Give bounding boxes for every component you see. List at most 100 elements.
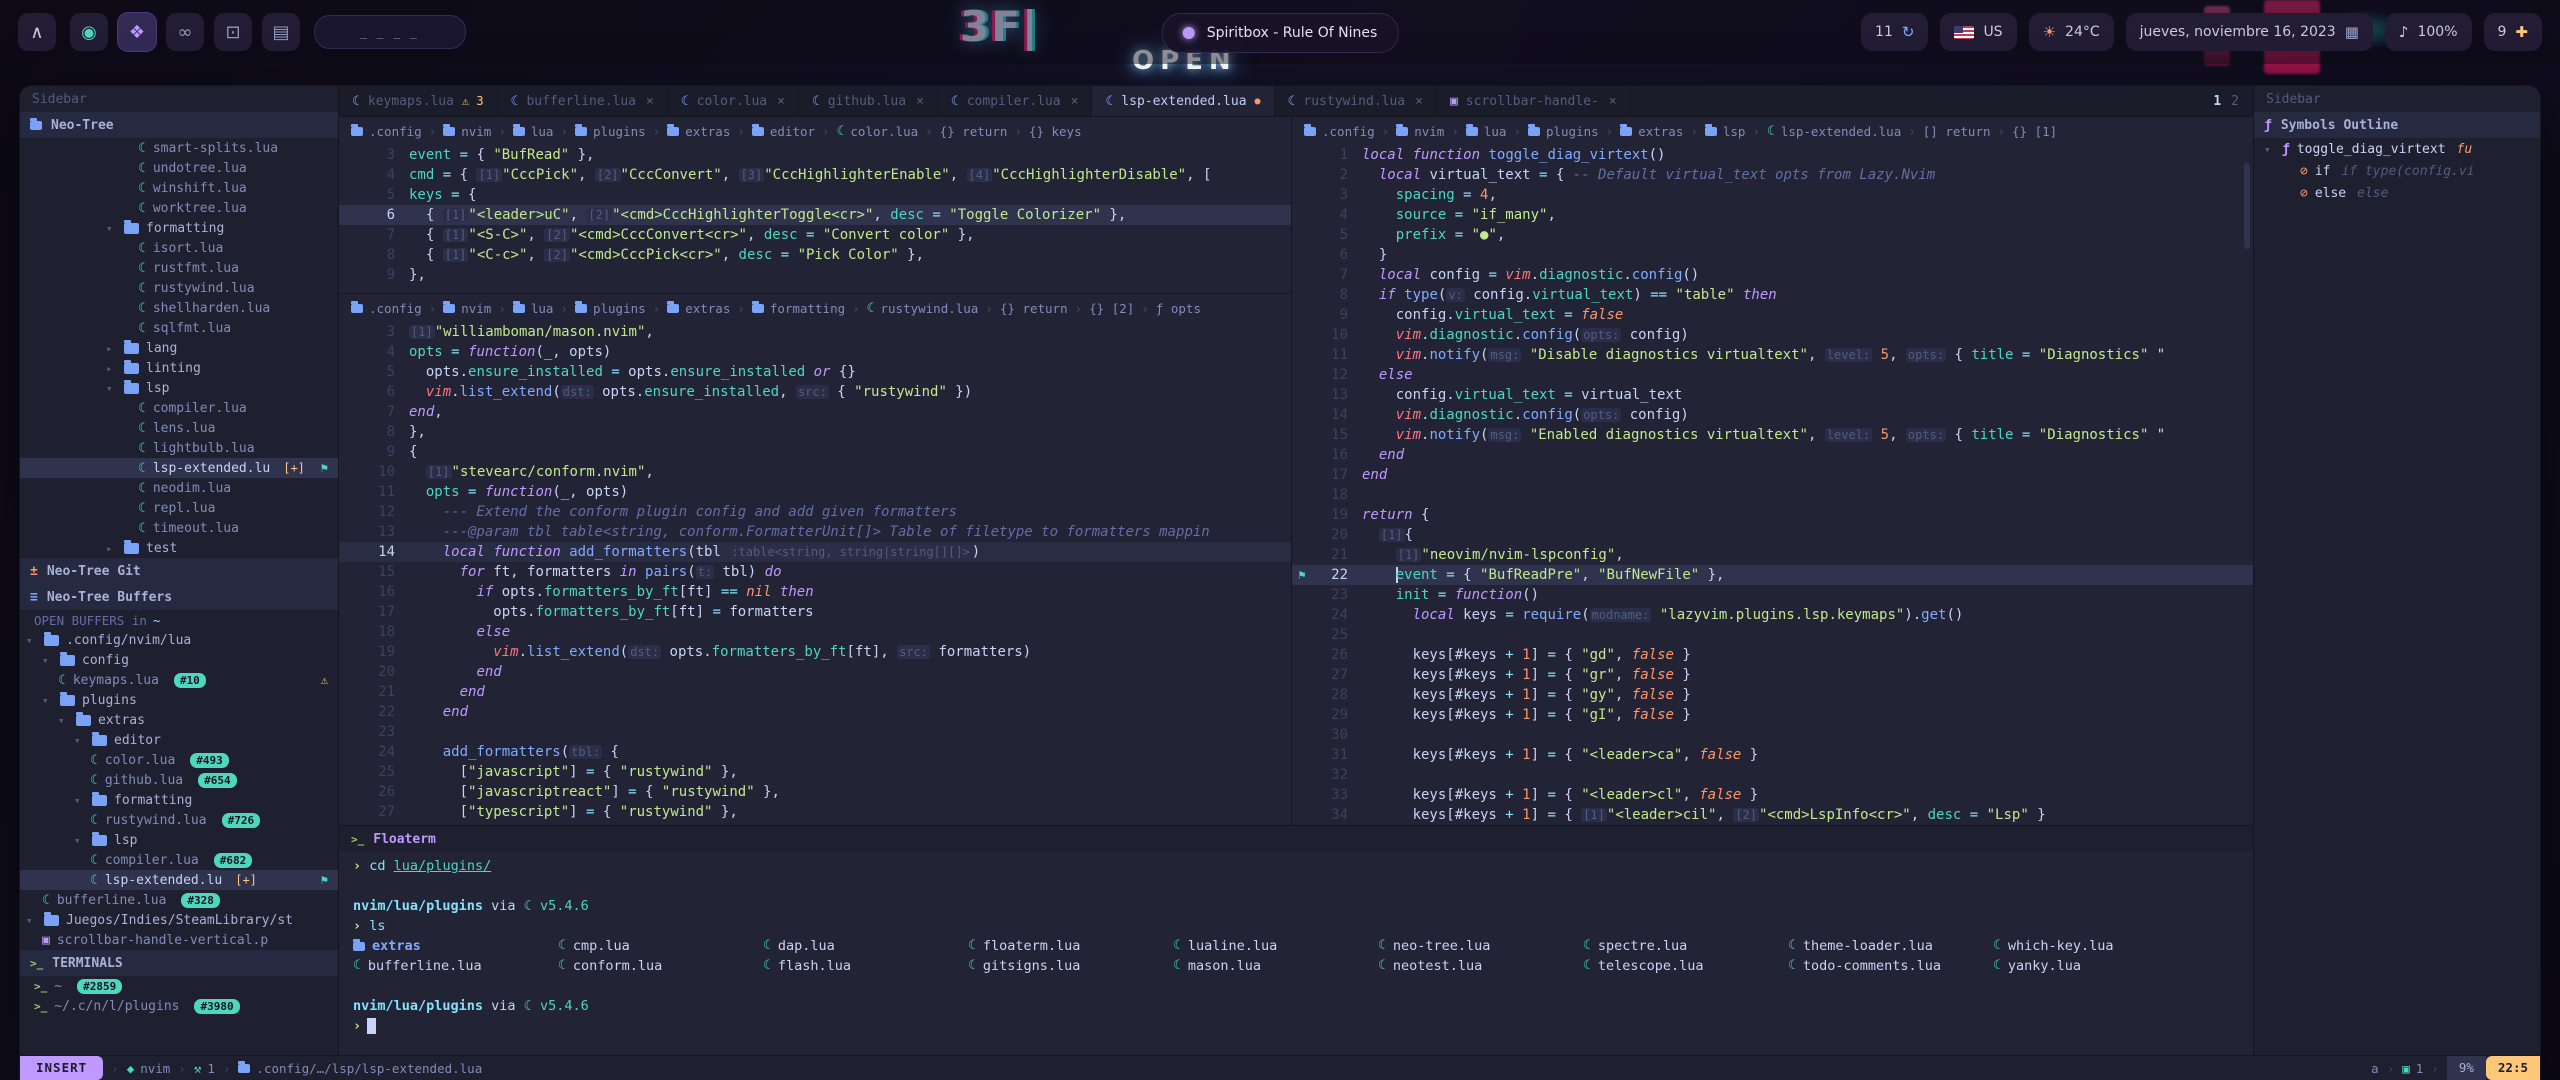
code-line-11[interactable]: 11 vim.notify(msg: "Disable diagnostics … xyxy=(1292,345,2253,365)
close-tab-icon[interactable]: × xyxy=(1071,94,1079,109)
code-line-19[interactable]: 19 vim.list_extend(dst: opts.formatters_… xyxy=(339,642,1291,662)
outline-item-else[interactable]: ⊘elseelse xyxy=(2254,182,2540,204)
tab-color-lua[interactable]: ☾color.lua× xyxy=(668,86,799,116)
buffer-tree-item-lsp[interactable]: ▾lsp xyxy=(20,830,338,850)
breadcrumb-item-1[interactable]: {} [1] xyxy=(2012,124,2057,139)
breadcrumb-item-nvim[interactable]: nvim xyxy=(443,124,491,139)
file-which-key-lua[interactable]: ☾which-key.lua xyxy=(1993,936,2198,956)
breadcrumb-item-plugins[interactable]: plugins xyxy=(1528,124,1599,139)
breadcrumb-item-plugins[interactable]: plugins xyxy=(575,124,646,139)
file-lualine-lua[interactable]: ☾lualine.lua xyxy=(1173,936,1378,956)
code-line-24[interactable]: 24 add_formatters(tbl: { xyxy=(339,742,1291,762)
code-line-11[interactable]: 11 opts = function(_, opts) xyxy=(339,482,1291,502)
code-line-17[interactable]: 17end xyxy=(1292,465,2253,485)
taskbar-field[interactable]: _ _ _ _ xyxy=(314,15,466,49)
statusline-left-0[interactable]: ◆nvim xyxy=(127,1061,171,1076)
file-tree-item-lang[interactable]: ▸lang xyxy=(20,338,338,358)
code-line-10[interactable]: 10 [1]"stevearc/conform.nvim", xyxy=(339,462,1291,482)
code-line-12[interactable]: 12 --- Extend the conform plugin config … xyxy=(339,502,1291,522)
code-line-3[interactable]: 3event = { "BufRead" }, xyxy=(339,145,1291,165)
statusline-right-1[interactable]: ▣1 xyxy=(2402,1061,2423,1076)
code-line-7[interactable]: 7end, xyxy=(339,402,1291,422)
tab-lsp-extended-lua[interactable]: ☾lsp-extended.lua● xyxy=(1092,86,1274,116)
code-line-23[interactable]: 23 init = function() xyxy=(1292,585,2253,605)
code-line-15[interactable]: 15 for ft, formatters in pairs(t: tbl) d… xyxy=(339,562,1291,582)
buffer-tree-item-config-nvim-lua[interactable]: ▾.config/nvim/lua xyxy=(20,630,338,650)
breadcrumb-item-extras[interactable]: extras xyxy=(667,301,730,316)
close-tab-icon[interactable]: × xyxy=(1415,94,1423,109)
file-tree-item-repl-lua[interactable]: ☾repl.lua xyxy=(20,498,338,518)
file-tree-item-compiler-lua[interactable]: ☾compiler.lua xyxy=(20,398,338,418)
media-notification[interactable]: Spiritbox - Rule Of Nines xyxy=(1162,13,1399,53)
file-neo-tree-lua[interactable]: ☾neo-tree.lua xyxy=(1378,936,1583,956)
file-bufferline-lua[interactable]: ☾bufferline.lua xyxy=(353,956,558,976)
code-buffer-color[interactable]: 3event = { "BufRead" },4cmd = { [1]"CccP… xyxy=(339,145,1291,293)
file-tree-item-formatting[interactable]: ▾formatting xyxy=(20,218,338,238)
breadcrumb-item-nvim[interactable]: nvim xyxy=(443,301,491,316)
breadcrumb-item-opts[interactable]: ƒ opts xyxy=(1156,301,1201,316)
file-tree-item-lsp-extended-lu[interactable]: ☾lsp-extended.lu[+]⚑ xyxy=(20,458,338,478)
code-line-15[interactable]: 15 vim.notify(msg: "Enabled diagnostics … xyxy=(1292,425,2253,445)
breadcrumb-item-rustywind-lua[interactable]: ☾rustywind.lua xyxy=(867,301,979,316)
file-tree-item-lens-lua[interactable]: ☾lens.lua xyxy=(20,418,338,438)
code-line-9[interactable]: 9}, xyxy=(339,265,1291,285)
weather-pill[interactable]: ☀24°C xyxy=(2029,13,2114,51)
buffer-tree-item-color-lua[interactable]: ☾color.lua#493 xyxy=(20,750,338,770)
buffer-tree-item-lsp-extended-lu[interactable]: ☾lsp-extended.lu[+]⚑ xyxy=(20,870,338,890)
file-dap-lua[interactable]: ☾dap.lua xyxy=(763,936,968,956)
close-tab-icon[interactable]: × xyxy=(916,94,924,109)
code-buffer-rustywind[interactable]: 3[1]"williamboman/mason.nvim",4opts = fu… xyxy=(339,322,1291,825)
file-tree-item-sqlfmt-lua[interactable]: ☾sqlfmt.lua xyxy=(20,318,338,338)
code-line-13[interactable]: 13 ---@param tbl table<string, conform.F… xyxy=(339,522,1291,542)
breadcrumb-item-lua[interactable]: lua xyxy=(513,124,554,139)
code-line-17[interactable]: 17 opts.formatters_by_ft[ft] = formatter… xyxy=(339,602,1291,622)
buffer-tree-item-juegos-indies-steamlibrary-st[interactable]: ▾Juegos/Indies/SteamLibrary/st xyxy=(20,910,338,930)
code-line-4[interactable]: 4 source = "if_many", xyxy=(1292,205,2253,225)
statusline-right-2[interactable]: 9% xyxy=(2447,1056,2486,1080)
close-tab-icon[interactable]: × xyxy=(777,94,785,109)
buffer-tree-item-scrollbar-handle-vertical-p[interactable]: ▣scrollbar-handle-vertical.p xyxy=(20,930,338,950)
file-theme-loader-lua[interactable]: ☾theme-loader.lua xyxy=(1788,936,1993,956)
buffer-tree-item-formatting[interactable]: ▾formatting xyxy=(20,790,338,810)
code-line-3[interactable]: 3 spacing = 4, xyxy=(1292,185,2253,205)
outline-item-toggle-diag-virtext[interactable]: ▾ƒtoggle_diag_virtextfu xyxy=(2254,138,2540,160)
code-line-4[interactable]: 4cmd = { [1]"CccPick", [2]"CccConvert", … xyxy=(339,165,1291,185)
buffer-tree-item-config[interactable]: ▾config xyxy=(20,650,338,670)
code-line-7[interactable]: 7 local config = vim.diagnostic.config() xyxy=(1292,265,2253,285)
code-line-6[interactable]: 6 vim.list_extend(dst: opts.ensure_insta… xyxy=(339,382,1291,402)
code-line-8[interactable]: 8}, xyxy=(339,422,1291,442)
breadcrumb-item-lua[interactable]: lua xyxy=(1466,124,1507,139)
tab-number-1[interactable]: 1 xyxy=(2213,94,2221,109)
code-buffer-lsp-extended[interactable]: 1local function toggle_diag_virtext()2 l… xyxy=(1292,145,2253,825)
statusline-left-1[interactable]: ⚒1 xyxy=(194,1061,215,1076)
code-line-18[interactable]: 18 xyxy=(1292,485,2253,505)
file-tree-item-test[interactable]: ▸test xyxy=(20,538,338,558)
neo-tree-buffers-header[interactable]: ≡ Neo-Tree Buffers xyxy=(20,584,338,610)
breadcrumb-item-config[interactable]: .config xyxy=(351,124,422,139)
breadcrumb-item-lsp-extended-lua[interactable]: ☾lsp-extended.lua xyxy=(1767,124,1901,139)
breadcrumb-item-extras[interactable]: extras xyxy=(1620,124,1683,139)
file-todo-comments-lua[interactable]: ☾todo-comments.lua xyxy=(1788,956,1993,976)
file-conform-lua[interactable]: ☾conform.lua xyxy=(558,956,763,976)
neo-tree-git-header[interactable]: ± Neo-Tree Git xyxy=(20,558,338,584)
code-line-23[interactable]: 23 xyxy=(339,722,1291,742)
code-line-14[interactable]: 14 local function add_formatters(tbl :ta… xyxy=(339,542,1291,562)
topbar-button-apps-icon[interactable]: ❖ xyxy=(118,13,156,51)
buffer-tree-item-github-lua[interactable]: ☾github.lua#654 xyxy=(20,770,338,790)
file-tree-item-linting[interactable]: ▸linting xyxy=(20,358,338,378)
tab-compiler-lua[interactable]: ☾compiler.lua× xyxy=(938,86,1093,116)
statusline-right-0[interactable]: a xyxy=(2371,1061,2379,1076)
code-line-2[interactable]: 2 local virtual_text = { -- Default virt… xyxy=(1292,165,2253,185)
file-tree-item-neodim-lua[interactable]: ☾neodim.lua xyxy=(20,478,338,498)
breadcrumb-item-return[interactable]: {} return xyxy=(1000,301,1068,316)
code-line-12[interactable]: 12 else xyxy=(1292,365,2253,385)
file-gitsigns-lua[interactable]: ☾gitsigns.lua xyxy=(968,956,1173,976)
code-line-13[interactable]: 13 config.virtual_text = virtual_text xyxy=(1292,385,2253,405)
file-yanky-lua[interactable]: ☾yanky.lua xyxy=(1993,956,2198,976)
topbar-button-link-icon[interactable]: ∞ xyxy=(166,13,204,51)
code-line-8[interactable]: 8 if type(v: config.virtual_text) == "ta… xyxy=(1292,285,2253,305)
breadcrumb-item-plugins[interactable]: plugins xyxy=(575,301,646,316)
code-line-5[interactable]: 5keys = { xyxy=(339,185,1291,205)
tab-scrollbar-handle[interactable]: ▣scrollbar-handle-× xyxy=(1437,86,1631,116)
buffer-tree-item-bufferline-lua[interactable]: ☾bufferline.lua#328 xyxy=(20,890,338,910)
